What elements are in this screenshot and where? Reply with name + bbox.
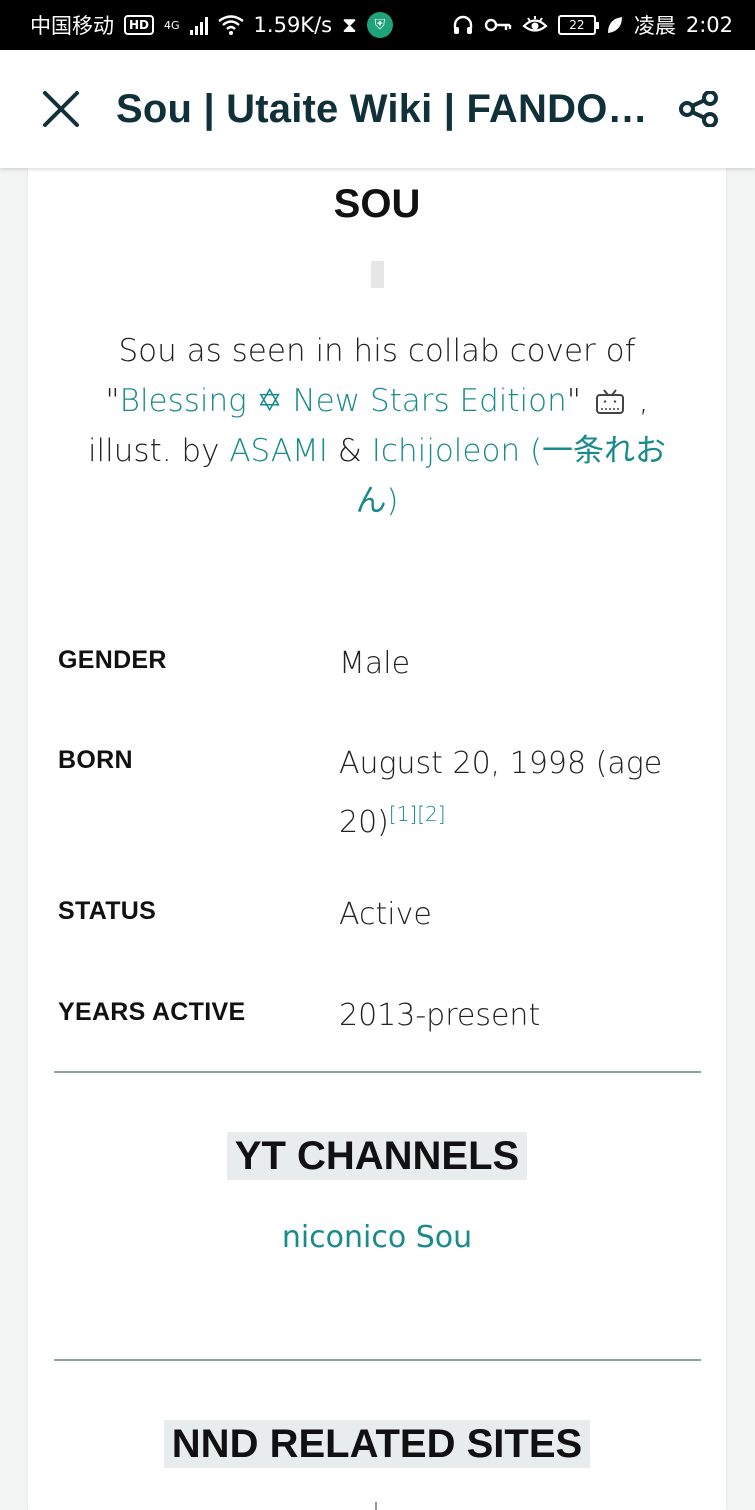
clock-time: 2:02 xyxy=(685,13,733,37)
key-icon xyxy=(484,18,512,32)
caption-comma: , xyxy=(628,383,649,419)
hd-badge: HD xyxy=(124,15,155,35)
link-blessing[interactable]: Blessing ✡ New Stars Edition xyxy=(120,383,567,419)
status-bar: 中国移动 HD 4G 1.59K/s ⧗ ⛨ 22 凌晨 2:02 xyxy=(0,0,755,50)
infobox-title: SOU xyxy=(333,182,421,226)
signal-icon xyxy=(189,15,208,35)
link-niconico-sou[interactable]: niconico Sou xyxy=(282,1220,472,1255)
headphones-icon xyxy=(453,15,473,34)
battery-level: 22 xyxy=(569,18,585,32)
row-label: BORN xyxy=(58,746,133,774)
link-asami[interactable]: ASAMI xyxy=(229,433,328,469)
close-button[interactable] xyxy=(40,88,82,130)
caption-quote-close: " xyxy=(566,383,582,419)
row-label: GENDER xyxy=(58,646,167,674)
infobox-caption: Sou as seen in his collab cover of "Bles… xyxy=(68,326,686,526)
close-icon xyxy=(43,91,79,127)
caption-illust-by: illust. by xyxy=(87,433,230,469)
row-value: 2013-present xyxy=(339,998,541,1033)
status-bar-right: 22 凌晨 2:02 xyxy=(452,10,733,40)
row-value: Male xyxy=(339,646,411,681)
caption-ampersand: & xyxy=(327,433,372,469)
eye-icon xyxy=(522,16,548,32)
link-ichijoleon[interactable]: Ichijoleon (一条れおん) xyxy=(355,433,666,519)
page-title: Sou | Utaite Wiki | FANDO… xyxy=(116,86,648,131)
divider xyxy=(54,1071,701,1073)
network-speed: 1.59K/s xyxy=(253,13,333,37)
section-yt-channels: YT CHANNELS xyxy=(28,1132,726,1180)
content-edge-mark xyxy=(375,1502,377,1510)
leaf-icon xyxy=(607,17,622,33)
share-button[interactable] xyxy=(677,88,719,130)
reference-links[interactable]: [1][2] xyxy=(389,802,446,826)
shield-icon: ⛨ xyxy=(366,12,393,38)
row-label: STATUS xyxy=(58,897,157,925)
infobox-card: SOU Sou as seen in his collab cover of "… xyxy=(28,168,726,1510)
infobox-image-placeholder[interactable] xyxy=(371,261,384,288)
hourglass-icon: ⧗ xyxy=(342,12,357,37)
caption-quote-open: " xyxy=(105,383,120,419)
section-heading: YT CHANNELS xyxy=(226,1132,528,1180)
bilibili-tv-icon[interactable] xyxy=(595,389,625,415)
carrier-name: 中国移动 xyxy=(30,14,114,38)
share-icon xyxy=(679,91,718,127)
wifi-icon xyxy=(217,15,244,35)
row-value-born: August 20, 1998 (age 20)[1][2] xyxy=(339,739,679,848)
born-date: August 20, 1998 (age 20) xyxy=(339,746,663,840)
section-nnd-related-sites: NND RELATED SITES xyxy=(28,1420,726,1468)
status-bar-left: 中国移动 HD 4G 1.59K/s ⧗ ⛨ xyxy=(30,10,393,40)
network-type: 4G xyxy=(164,18,180,32)
app-bar: Sou | Utaite Wiki | FANDO… xyxy=(0,50,755,168)
section-heading: NND RELATED SITES xyxy=(163,1420,591,1468)
link-niconico-sou-wrapper: niconico Sou xyxy=(28,1220,726,1255)
battery-icon: 22 xyxy=(557,15,599,35)
caption-text: Sou as seen in his collab cover of xyxy=(118,333,636,369)
row-label: YEARS ACTIVE xyxy=(58,998,246,1026)
time-period: 凌晨 xyxy=(633,14,676,38)
divider xyxy=(54,1359,701,1361)
row-value: Active xyxy=(339,897,432,932)
